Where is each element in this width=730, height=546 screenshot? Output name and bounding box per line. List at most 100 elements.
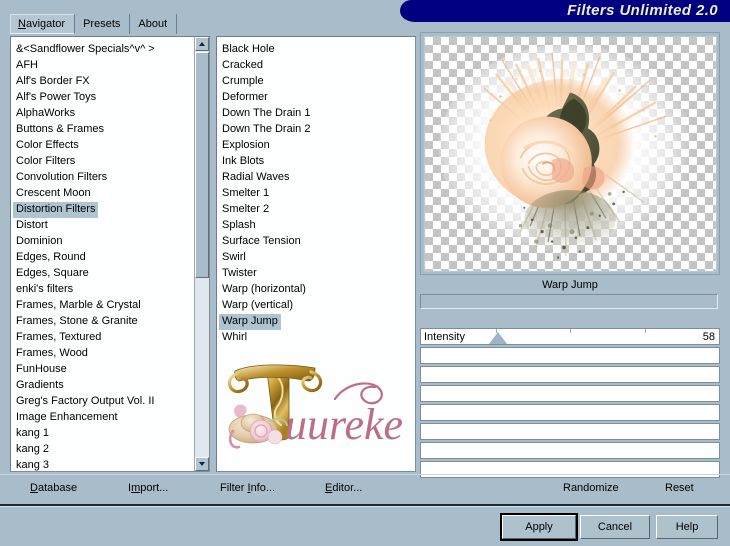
filter-name-input[interactable]: [420, 294, 718, 309]
filter-list-panel[interactable]: Black Hole Cracked Crumple Deformer Down The…: [216, 36, 416, 472]
list-item[interactable]: Deformer: [219, 87, 313, 103]
accelerator-char: D: [30, 482, 38, 494]
editor-button[interactable]: Editor...: [325, 480, 362, 496]
list-item[interactable]: Surface Tension: [219, 231, 313, 247]
watermark-t-crossbar: [234, 364, 316, 382]
apply-button-label: Apply: [525, 521, 553, 533]
preview-checkerboard[interactable]: [424, 36, 717, 272]
parameter-slider-empty: [420, 442, 720, 459]
list-item[interactable]: Frames, Marble & Crystal: [13, 295, 158, 311]
preview-panel: [420, 32, 720, 275]
list-item[interactable]: kang 2: [13, 439, 158, 455]
watermark-ribbon-tail: [228, 429, 241, 449]
list-item[interactable]: Twister: [219, 263, 313, 279]
tuureke-watermark-logo: uureke: [227, 364, 403, 449]
watermark-ribbon: [234, 404, 247, 417]
slider-tick: [570, 329, 571, 333]
watermark-rose-small: [267, 429, 283, 445]
tab-navigator[interactable]: Navigator: [10, 14, 76, 34]
import-button[interactable]: Import...: [128, 480, 168, 496]
database-button[interactable]: Database: [30, 480, 77, 496]
filter-info-button[interactable]: Filter Info...: [220, 480, 275, 496]
list-item[interactable]: Down The Drain 1: [219, 103, 313, 119]
list-item[interactable]: Smelter 2: [219, 199, 313, 215]
list-item[interactable]: Alf's Power Toys: [13, 87, 158, 103]
cancel-button-label: Cancel: [597, 521, 633, 533]
category-item[interactable]: kang 3: [13, 458, 52, 471]
list-item[interactable]: Radial Waves: [219, 167, 313, 183]
scroll-up-button[interactable]: [195, 37, 209, 51]
filter-list[interactable]: Black Hole Cracked Crumple Deformer Down The…: [217, 37, 313, 343]
parameter-slider-empty: [420, 366, 720, 383]
list-item[interactable]: Buttons & Frames: [13, 119, 158, 135]
chevron-down-icon: [199, 462, 205, 466]
list-item[interactable]: Dominion: [13, 231, 158, 247]
list-item[interactable]: Ink Blots: [219, 151, 313, 167]
list-item[interactable]: Alf's Border FX: [13, 71, 158, 87]
parameter-slider-row[interactable]: Intensity 58: [420, 328, 720, 345]
filter-item[interactable]: Whirl: [219, 330, 250, 346]
slider-label: Intensity: [424, 331, 465, 343]
list-item[interactable]: Convolution Filters: [13, 167, 158, 183]
title-bar-curve: [400, 0, 460, 22]
watermark-hat-crown: [240, 413, 266, 433]
window-title: Filters Unlimited 2.0: [567, 2, 718, 19]
tab-presets[interactable]: Presets: [75, 14, 131, 34]
list-item[interactable]: Color Filters: [13, 151, 158, 167]
chevron-up-icon: [199, 42, 205, 46]
watermark-rose: [249, 419, 273, 443]
list-item[interactable]: kang 3: [13, 455, 158, 471]
slider-ticks: [421, 329, 719, 333]
list-item[interactable]: Crescent Moon: [13, 183, 158, 199]
scrollbar-thumb[interactable]: [195, 52, 209, 278]
list-item[interactable]: Down The Drain 2: [219, 119, 313, 135]
watermark-stem-ornament: [273, 378, 284, 426]
help-button[interactable]: Help: [656, 515, 718, 539]
list-item[interactable]: Frames, Stone & Granite: [13, 311, 158, 327]
list-item[interactable]: Edges, Square: [13, 263, 158, 279]
watermark-leaf: [270, 417, 288, 426]
help-button-label: Help: [675, 521, 699, 533]
list-item[interactable]: Smelter 1: [219, 183, 313, 199]
watermark-left-flourish: [227, 371, 249, 394]
category-list-panel[interactable]: &<Sandflower Specials^v^ > AFH Alf's Borde…: [10, 36, 210, 472]
watermark-t-stem: [266, 366, 290, 441]
list-item[interactable]: Crumple: [219, 71, 313, 87]
tab-about[interactable]: About: [130, 14, 178, 34]
cancel-button[interactable]: Cancel: [580, 515, 650, 539]
list-item[interactable]: Gradients: [13, 375, 158, 391]
preview-image: [438, 43, 694, 259]
command-bar-bottom-highlight: [0, 506, 730, 507]
apply-button[interactable]: Apply: [500, 513, 578, 541]
tab-about-label: About: [138, 18, 168, 30]
slider-value: 58: [702, 331, 715, 343]
list-item[interactable]: Warp (horizontal): [219, 279, 313, 295]
list-item[interactable]: Warp Jump: [219, 311, 313, 330]
parameter-slider-empty: [420, 423, 720, 440]
tab-navigator-label: avigator: [25, 18, 66, 30]
filter-title: Warp Jump: [542, 279, 598, 291]
watermark-swash: [333, 382, 383, 405]
tab-presets-label: Presets: [83, 18, 121, 30]
accelerator-char: I: [247, 482, 251, 494]
slider-thumb[interactable]: [489, 332, 508, 344]
filters-unlimited-window: Filters Unlimited 2.0 Navigator Presets …: [0, 0, 730, 546]
slider-tick: [644, 329, 646, 333]
watermark-right-flourish: [301, 370, 323, 393]
category-list-scrollbar[interactable]: [194, 37, 209, 471]
category-list[interactable]: &<Sandflower Specials^v^ > AFH Alf's Borde…: [11, 37, 158, 471]
accelerator-char: E: [325, 482, 333, 494]
list-item[interactable]: Black Hole: [219, 39, 313, 55]
randomize-button[interactable]: Randomize: [563, 480, 619, 496]
reset-button[interactable]: Reset: [665, 480, 694, 496]
list-item[interactable]: Distortion Filters: [13, 199, 158, 218]
parameter-sliders: Intensity 58: [420, 328, 720, 480]
parameter-slider-empty: [420, 404, 720, 421]
list-item[interactable]: Frames, Wood: [13, 343, 158, 359]
list-item[interactable]: Greg's Factory Output Vol. II: [13, 391, 158, 407]
list-item[interactable]: &<Sandflower Specials^v^ >: [13, 39, 158, 55]
command-bar-top-divider: [0, 474, 730, 475]
scroll-down-button[interactable]: [195, 457, 209, 471]
list-item[interactable]: Edges, Round: [13, 247, 158, 263]
tab-navigator-accel: N: [18, 18, 26, 30]
